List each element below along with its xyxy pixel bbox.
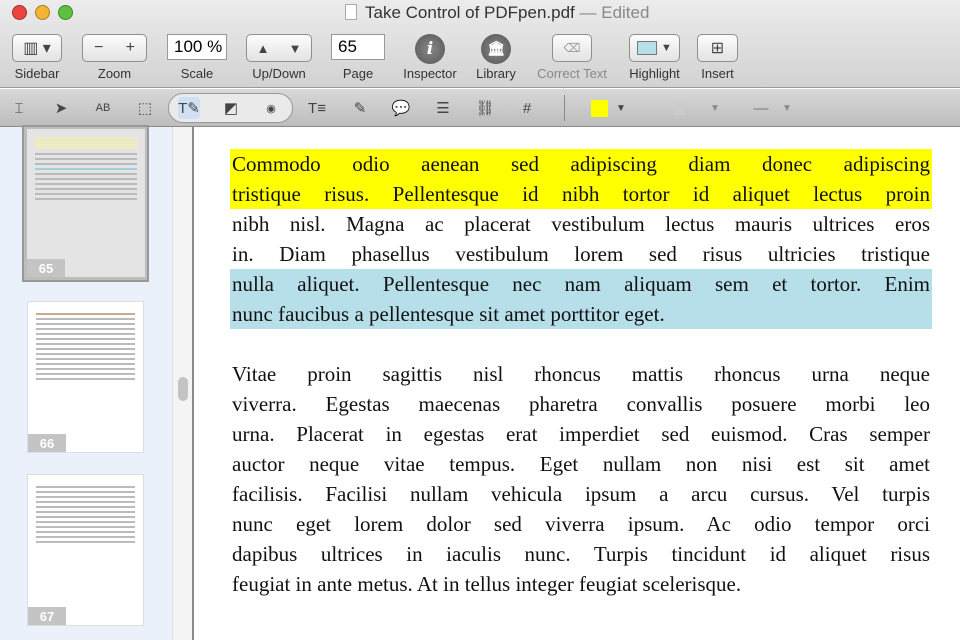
window-title: Take Control of PDFpen.pdf — Edited [345, 3, 649, 23]
page-thumbnail[interactable]: 66 [27, 301, 144, 453]
highlighted-text-line[interactable]: nunc faucibus a pellentesque sit amet po… [230, 299, 932, 329]
sidebar-tool[interactable]: ▥ ▾ Sidebar [12, 34, 62, 81]
text-line[interactable]: facilisis. Facilisi nullam vehicula ipsu… [230, 479, 932, 509]
zoom-label: Zoom [97, 66, 132, 81]
comment-icon[interactable]: 💬 [390, 97, 412, 119]
stroke-dropdown-icon[interactable]: ▼ [704, 97, 726, 119]
page-up-icon[interactable]: ▲ [257, 41, 270, 56]
thumbnail-page-number: 67 [28, 607, 66, 625]
zoom-tool: − + Zoom [82, 34, 147, 81]
page-tool: 65 Page [331, 34, 385, 81]
line-style-icon[interactable]: — [748, 97, 774, 119]
updown-segment: ▲ ▼ [246, 34, 312, 62]
insert-image-icon: ⊞ [697, 34, 738, 62]
shape-icon[interactable]: ◩ [220, 97, 242, 119]
sidebar-icon: ▥ ▾ [23, 40, 51, 57]
text-edit-icon[interactable]: T✎ [178, 97, 200, 119]
fill-color-swatch[interactable] [591, 100, 608, 117]
text-line[interactable]: auctor neque vitae tempus. Eget nullam n… [230, 449, 932, 479]
text-line[interactable]: in. Diam phasellus vestibulum lorem sed … [230, 239, 932, 269]
library-label: Library [476, 66, 516, 81]
link-icon[interactable]: ⛓ [474, 97, 496, 119]
correct-text-button[interactable]: ⌫ Correct Text [537, 34, 607, 81]
rect-select-icon[interactable]: ⬚ [134, 97, 156, 119]
text-line[interactable]: viverra. Egestas maecenas pharetra conva… [230, 389, 932, 419]
pencil-icon[interactable]: ✎ [349, 97, 371, 119]
page-label: Page [342, 66, 374, 81]
inspector-button[interactable]: i Inspector [403, 34, 457, 81]
insert-button[interactable]: ⊞ Insert [697, 34, 738, 81]
scale-input[interactable]: 100 % [167, 34, 227, 60]
highlight-label: Highlight [629, 66, 680, 81]
text-line[interactable]: urna. Placerat in egestas erat imperdiet… [230, 419, 932, 449]
highlight-icon: ▼ [629, 34, 680, 62]
text-line[interactable]: dapibus ultrices in iaculis nunc. Turpis… [230, 539, 932, 569]
correct-text-label: Correct Text [537, 66, 607, 81]
page-number-icon[interactable]: # [516, 97, 538, 119]
ocr-text-icon[interactable]: AB [92, 97, 114, 119]
stroke-color-icon[interactable]: ◪ [668, 97, 690, 119]
annotation-toolbar: ⌶ ➤ AB ⬚ T✎ ◩ ◉ T≡ ✎ 💬 ☰ ⛓ # ▼ ◪ ▼ — ▼ [0, 89, 960, 127]
thumbnail-sidebar: 65 66 67 [0, 125, 172, 640]
zoom-in-button[interactable]: + [126, 39, 135, 57]
correct-text-icon: ⌫ [552, 34, 592, 62]
updown-label: Up/Down [252, 66, 306, 81]
window-titlebar: Take Control of PDFpen.pdf — Edited ▥ ▾ … [0, 0, 960, 88]
select-text-tool-icon[interactable]: ⌶ [8, 97, 30, 119]
highlighted-text-line[interactable]: tristique risus. Pellentesque id nibh to… [230, 179, 932, 209]
thumbnail-page-number: 65 [27, 259, 65, 277]
text-line[interactable]: nunc eget lorem dolor sed viverra ipsum.… [230, 509, 932, 539]
inspector-label: Inspector [403, 66, 457, 81]
page-thumbnail[interactable]: 67 [27, 474, 144, 626]
document-view: Commodo odio aenean sed adipiscing diam … [194, 127, 960, 640]
highlighted-text-line[interactable]: Commodo odio aenean sed adipiscing diam … [230, 149, 932, 179]
scale-label: Scale [180, 66, 214, 81]
line-style-dropdown-icon[interactable]: ▼ [776, 97, 798, 119]
scrollbar-thumb[interactable] [178, 377, 188, 401]
edited-status: — Edited [579, 3, 650, 22]
page-down-icon[interactable]: ▼ [289, 41, 302, 56]
text-box-icon[interactable]: T≡ [306, 97, 328, 119]
arrow-select-icon[interactable]: ➤ [50, 97, 72, 119]
updown-tool: ▲ ▼ Up/Down [246, 34, 312, 81]
sidebar-label: Sidebar [14, 66, 60, 81]
note-icon[interactable]: ☰ [432, 97, 454, 119]
info-icon: i [415, 34, 445, 64]
library-button[interactable]: 🏛 Library [471, 34, 521, 81]
document-text[interactable]: Commodo odio aenean sed adipiscing diam … [230, 149, 932, 599]
zoom-out-button[interactable]: − [94, 39, 103, 57]
text-line[interactable]: nibh nisl. Magna ac placerat vestibulum … [230, 209, 932, 239]
zoom-window-button[interactable] [58, 5, 73, 20]
document-icon [345, 4, 357, 20]
page-input[interactable]: 65 [331, 34, 385, 60]
stamp-icon[interactable]: ◉ [260, 97, 282, 119]
text-line[interactable]: feugiat in ante metus. At in tellus inte… [230, 569, 932, 599]
zoom-segment: − + [82, 34, 147, 62]
thumbnail-page-number: 66 [28, 434, 66, 452]
toolbar-divider [564, 95, 565, 121]
text-line[interactable]: Vitae proin sagittis nisl rhoncus mattis… [230, 359, 932, 389]
library-icon: 🏛 [481, 34, 511, 64]
insert-label: Insert [701, 66, 734, 81]
sidebar-button[interactable]: ▥ ▾ [12, 34, 62, 62]
highlighted-text-line[interactable]: nulla aliquet. Pellentesque nec nam aliq… [230, 269, 932, 299]
paragraph: Vitae proin sagittis nisl rhoncus mattis… [230, 359, 932, 599]
highlight-button[interactable]: ▼ Highlight [629, 34, 680, 81]
sidebar-scrollbar[interactable] [172, 127, 192, 640]
fill-color-dropdown-icon[interactable]: ▼ [610, 97, 632, 119]
close-button[interactable] [12, 5, 27, 20]
scale-tool: 100 % Scale [167, 34, 227, 81]
thumbnail-selected[interactable]: 65 [22, 125, 149, 282]
minimize-button[interactable] [35, 5, 50, 20]
page-thumbnail: 65 [27, 129, 145, 277]
title-text: Take Control of PDFpen.pdf [365, 3, 575, 22]
paragraph: Commodo odio aenean sed adipiscing diam … [230, 149, 932, 329]
